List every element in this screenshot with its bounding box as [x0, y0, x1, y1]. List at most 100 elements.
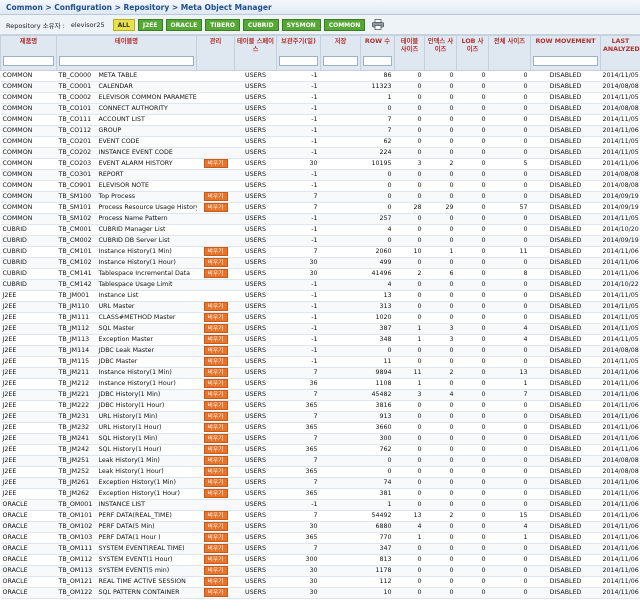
table-row[interactable]: J2EE TB_JM261 Exception History(1 Min) 비우기 U… — [0, 477, 640, 489]
table-row[interactable]: ORACLE TB_OM103 PERF DATA(1 Hour ) 비우기 USERS… — [0, 532, 640, 544]
table-row[interactable]: J2EE TB_JM221 JDBC History(1 Min) 비우기 USERS 7… — [0, 389, 640, 401]
header-table-size[interactable]: 테이블 사이즈 — [394, 35, 425, 71]
clear-button[interactable]: 비우기 — [203, 368, 228, 377]
clear-button[interactable]: 비우기 — [203, 588, 228, 597]
header-total-size[interactable]: 전체 사이즈 — [488, 35, 531, 71]
table-row[interactable]: COMMON TB_SM102 Process Name Pattern USERS -… — [0, 213, 640, 225]
clear-button[interactable]: 비우기 — [203, 533, 228, 542]
clear-button[interactable]: 비우기 — [203, 159, 228, 168]
clear-button[interactable]: 비우기 — [203, 269, 228, 278]
print-icon[interactable] — [372, 19, 385, 30]
filter-button-j2ee[interactable]: J2EE — [137, 18, 163, 31]
clear-button[interactable]: 비우기 — [203, 258, 228, 267]
table-row[interactable]: J2EE TB_JM114 JDBC Leak Master 비우기 USERS -1 0 0… — [0, 345, 640, 357]
filter-button-cubrid[interactable]: CUBRID — [242, 18, 279, 31]
filter-input-storage[interactable] — [323, 56, 358, 66]
clear-button[interactable]: 비우기 — [203, 555, 228, 564]
table-row[interactable]: ORACLE TB_OM101 PERF DATA(REAL_TIME) 비우기 USE… — [0, 510, 640, 522]
clear-button[interactable]: 비우기 — [203, 357, 228, 366]
table-row[interactable]: ORACLE TB_OM113 SYSTEM EVENT(5 min) 비우기 USER… — [0, 565, 640, 577]
table-row[interactable]: J2EE TB_JM251 Leak History(1 Min) 비우기 USERS 7… — [0, 455, 640, 467]
clear-button[interactable]: 비우기 — [203, 313, 228, 322]
header-index-size[interactable]: 인덱스 사이즈 — [424, 35, 457, 71]
table-row[interactable]: ORACLE TB_OM111 SYSTEM EVENT(REAL TIME) 비우기… — [0, 543, 640, 555]
clear-button[interactable]: 비우기 — [203, 445, 228, 454]
table-row[interactable]: J2EE TB_JM241 SQL History(1 Min) 비우기 USERS 7 3… — [0, 433, 640, 445]
clear-button[interactable]: 비우기 — [203, 566, 228, 575]
table-row[interactable]: J2EE TB_JM115 JDBC Master 비우기 USERS -1 11 0 0 0 0 D… — [0, 356, 640, 368]
table-row[interactable]: COMMON TB_CO002 ELEVISOR COMMON PARAMETER U… — [0, 92, 640, 104]
filter-input-table-name[interactable] — [59, 56, 194, 66]
table-row[interactable]: CUBRID TB_CM002 CUBRID DB Server List USERS… — [0, 235, 640, 247]
table-row[interactable]: J2EE TB_JM211 Instance History(1 Min) 비우기 US… — [0, 367, 640, 379]
filter-button-all[interactable]: ALL — [112, 18, 135, 31]
header-product[interactable]: 제품명 — [0, 35, 57, 71]
table-row[interactable]: J2EE TB_JM252 Leak History(1 Hour) 비우기 USERS… — [0, 466, 640, 478]
table-row[interactable]: J2EE TB_JM232 URL History(1 Hour) 비우기 USERS 3… — [0, 422, 640, 434]
header-table-name[interactable]: 테이블명 — [56, 35, 197, 71]
clear-button[interactable]: 비우기 — [203, 324, 228, 333]
table-row[interactable]: COMMON TB_CO000 META TABLE USERS -1 86 0 0 0 0 DIS… — [0, 70, 640, 82]
header-last-analyzed[interactable]: LAST ANALYZED — [600, 35, 640, 71]
clear-button[interactable]: 비우기 — [203, 544, 228, 553]
filter-button-sysmon[interactable]: SYSMON — [281, 18, 321, 31]
table-row[interactable]: COMMON TB_CO101 CONNECT AUTHORITY USERS -1 0 0… — [0, 103, 640, 115]
filter-input-row-count[interactable] — [363, 56, 392, 66]
clear-button[interactable]: 비우기 — [203, 434, 228, 443]
clear-button[interactable]: 비우기 — [203, 511, 228, 520]
table-row[interactable]: CUBRID TB_CM102 Instance History(1 Hour) 비우… — [0, 257, 640, 269]
filter-button-oracle[interactable]: ORACLE — [165, 18, 203, 31]
table-row[interactable]: J2EE TB_JM113 Exception Master 비우기 USERS -1 34… — [0, 334, 640, 346]
table-row[interactable]: J2EE TB_JM222 JDBC History(1 Hour) 비우기 USERS… — [0, 400, 640, 412]
table-row[interactable]: CUBRID TB_CM001 CUBRID Manager List USERS -1… — [0, 224, 640, 236]
clear-button[interactable]: 비우기 — [203, 335, 228, 344]
table-row[interactable]: COMMON TB_CO203 EVENT ALARM HISTORY 비우기 USER… — [0, 158, 640, 170]
clear-button[interactable]: 비우기 — [203, 456, 228, 465]
table-row[interactable]: COMMON TB_CO112 GROUP USERS -1 7 0 0 0 0 DISABLED 2… — [0, 125, 640, 137]
filter-button-tibero[interactable]: TIBERO — [205, 18, 240, 31]
clear-button[interactable]: 비우기 — [203, 346, 228, 355]
table-row[interactable]: ORACLE TB_OM001 INSTANCE LIST USERS -1 1 0 0 0 0 D… — [0, 499, 640, 511]
table-row[interactable]: J2EE TB_JM110 URL Master 비우기 USERS -1 313 0 0 0 0 D… — [0, 301, 640, 313]
table-row[interactable]: COMMON TB_CO901 ELEVISOR NOTE USERS -1 0 0 0 0 0 D… — [0, 180, 640, 192]
table-row[interactable]: J2EE TB_JM262 Exception History(1 Hour) 비우기… — [0, 488, 640, 500]
table-row[interactable]: J2EE TB_JM242 SQL History(1 Hour) 비우기 USERS 3… — [0, 444, 640, 456]
header-tablespace[interactable]: 테이블 스페이스 — [234, 35, 277, 71]
clear-button[interactable]: 비우기 — [203, 478, 228, 487]
clear-button[interactable]: 비우기 — [203, 390, 228, 399]
header-row-movement[interactable]: ROW MOVEMENT — [530, 35, 601, 71]
table-row[interactable]: J2EE TB_JM001 Instance List USERS -1 13 0 0 0 0 DI… — [0, 290, 640, 302]
table-row[interactable]: J2EE TB_JM231 URL History(1 Min) 비우기 USERS 7 9… — [0, 411, 640, 423]
header-row-count[interactable]: ROW 수 — [360, 35, 395, 71]
table-row[interactable]: CUBRID TB_CM101 Instance History(1 Min) 비우기… — [0, 246, 640, 258]
clear-button[interactable]: 비우기 — [203, 401, 228, 410]
table-row[interactable]: ORACLE TB_OM102 PERF DATA(5 Min) 비우기 USERS 30… — [0, 521, 640, 533]
table-row[interactable]: J2EE TB_JM111 CLASS#METHOD Master 비우기 USERS -… — [0, 312, 640, 324]
table-row[interactable]: ORACLE TB_OM121 REAL TIME ACTIVE SESSION 비우… — [0, 576, 640, 588]
header-retention[interactable]: 보관주기(일) — [276, 35, 321, 71]
table-row[interactable]: COMMON TB_CO111 ACCOUNT LIST USERS -1 7 0 0 0 0 DI… — [0, 114, 640, 126]
filter-input-product[interactable] — [3, 56, 54, 66]
clear-button[interactable]: 비우기 — [203, 379, 228, 388]
filter-input-row-movement[interactable] — [533, 56, 598, 66]
header-storage[interactable]: 저장 — [320, 35, 361, 71]
filter-button-common[interactable]: COMMON — [323, 18, 366, 31]
clear-button[interactable]: 비우기 — [203, 522, 228, 531]
table-row[interactable]: COMMON TB_SM101 Process Resource Usage His… — [0, 202, 640, 214]
clear-button[interactable]: 비우기 — [203, 489, 228, 498]
table-row[interactable]: ORACLE TB_OM122 SQL PATTERN CONTAINER 비우기 US… — [0, 587, 640, 599]
clear-button[interactable]: 비우기 — [203, 412, 228, 421]
clear-button[interactable]: 비우기 — [203, 423, 228, 432]
table-row[interactable]: COMMON TB_CO202 INSTANCE EVENT CODE USERS -1… — [0, 147, 640, 159]
table-row[interactable]: J2EE TB_JM212 Instance History(1 Hour) 비우기 U… — [0, 378, 640, 390]
table-row[interactable]: ORACLE TB_OM112 SYSTEM EVENT(1 Hour) 비우기 USE… — [0, 554, 640, 566]
table-row[interactable]: CUBRID TB_CM141 Tablespace Incremental Dat… — [0, 268, 640, 280]
clear-button[interactable]: 비우기 — [203, 247, 228, 256]
clear-button[interactable]: 비우기 — [203, 302, 228, 311]
clear-button[interactable]: 비우기 — [203, 203, 228, 212]
clear-button[interactable]: 비우기 — [203, 192, 228, 201]
table-row[interactable]: COMMON TB_CO301 REPORT USERS -1 0 0 0 0 0 DISABLED… — [0, 169, 640, 181]
table-row[interactable]: J2EE TB_JM112 SQL Master 비우기 USERS -1 387 1 3 0 4 D… — [0, 323, 640, 335]
header-lob-size[interactable]: LOB 사이즈 — [456, 35, 489, 71]
table-row[interactable]: CUBRID TB_CM142 Tablespace Usage Limit USER… — [0, 279, 640, 291]
